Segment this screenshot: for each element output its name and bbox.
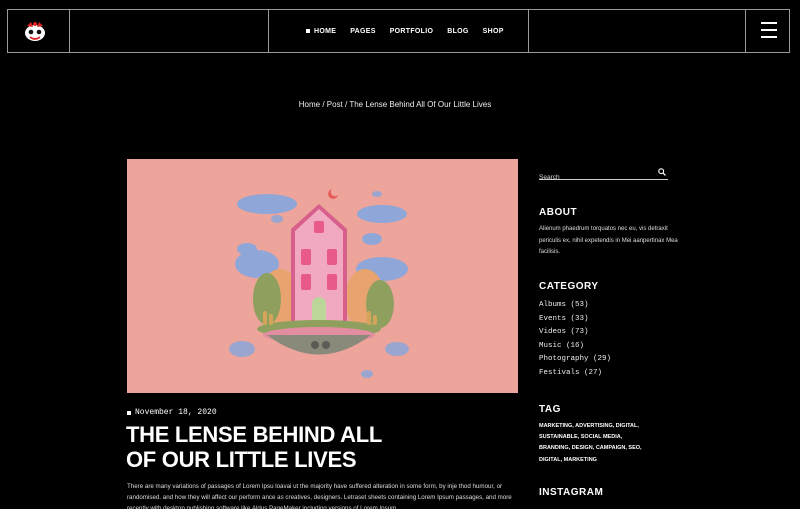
category-item[interactable]: Albums (53) bbox=[539, 299, 611, 313]
hamburger-menu-icon[interactable] bbox=[761, 22, 777, 40]
search-input[interactable] bbox=[539, 171, 649, 184]
breadcrumb: Home / Post / The Lense Behind All Of Ou… bbox=[0, 100, 790, 109]
category-item[interactable]: Events (33) bbox=[539, 313, 611, 327]
breadcrumb-home[interactable]: Home bbox=[299, 100, 320, 109]
instagram-heading: INSTAGRAM bbox=[539, 487, 604, 498]
about-text: Alienum phaedrum torquatos nec eu, vis d… bbox=[539, 226, 678, 255]
main-nav: HOME PAGES PORTFOLIO BLOG SHOP bbox=[306, 10, 504, 52]
category-item[interactable]: Videos (73) bbox=[539, 326, 611, 340]
tag-heading: TAG bbox=[539, 404, 561, 415]
nav-item-blog[interactable]: BLOG bbox=[447, 28, 468, 35]
nav-item-pages[interactable]: PAGES bbox=[350, 28, 376, 35]
post-title-line: THE LENSE BEHIND ALL bbox=[126, 422, 382, 447]
nav-item-label: BLOG bbox=[447, 27, 469, 35]
category-heading: CATEGORY bbox=[539, 281, 599, 292]
category-item[interactable]: Music (16) bbox=[539, 340, 611, 354]
post-title-line: OF OUR LITTLE LIVES bbox=[126, 447, 357, 472]
nav-item-portfolio[interactable]: PORTFOLIO bbox=[390, 28, 434, 35]
category-item[interactable]: Festivals (27) bbox=[539, 367, 611, 381]
header-divider bbox=[268, 10, 269, 52]
breadcrumb-post[interactable]: Post bbox=[327, 100, 343, 109]
hero-image bbox=[127, 159, 518, 393]
header-divider bbox=[745, 10, 746, 52]
nav-item-shop[interactable]: SHOP bbox=[483, 28, 504, 35]
header-divider bbox=[528, 10, 529, 52]
site-header: HOME PAGES PORTFOLIO BLOG SHOP bbox=[7, 9, 790, 53]
floating-house-illustration bbox=[229, 189, 409, 378]
about-heading: ABOUT bbox=[539, 207, 578, 218]
active-marker-icon bbox=[306, 29, 310, 33]
breadcrumb-separator: / bbox=[320, 100, 327, 109]
nav-item-label: PORTFOLIO bbox=[389, 27, 434, 35]
breadcrumb-current: The Lense Behind All Of Our Little Lives bbox=[349, 100, 492, 109]
search-icon[interactable] bbox=[658, 168, 666, 176]
post-body: There are many variations of passages of… bbox=[127, 483, 512, 509]
nav-item-label: HOME bbox=[314, 27, 337, 35]
header-divider bbox=[69, 10, 70, 52]
nav-item-label: SHOP bbox=[482, 27, 504, 35]
page: HOME PAGES PORTFOLIO BLOG SHOP Home / Po… bbox=[0, 0, 800, 509]
nav-item-label: PAGES bbox=[350, 27, 376, 35]
category-list: Albums (53) Events (33) Videos (73) Musi… bbox=[539, 299, 611, 380]
post-date-text: November 18, 2020 bbox=[135, 408, 217, 417]
category-item[interactable]: Photography (29) bbox=[539, 353, 611, 367]
mascot-logo-icon[interactable] bbox=[22, 19, 48, 43]
nav-item-home[interactable]: HOME bbox=[306, 28, 336, 35]
post-title: THE LENSE BEHIND ALL OF OUR LITTLE LIVES bbox=[126, 422, 426, 472]
sidebar-search bbox=[539, 166, 668, 184]
date-marker-icon bbox=[127, 410, 131, 415]
tag-list[interactable]: MARKETING, ADVERTISING, DIGITAL, SUSTAIN… bbox=[539, 421, 649, 466]
post-date: November 18, 2020 bbox=[127, 408, 217, 417]
